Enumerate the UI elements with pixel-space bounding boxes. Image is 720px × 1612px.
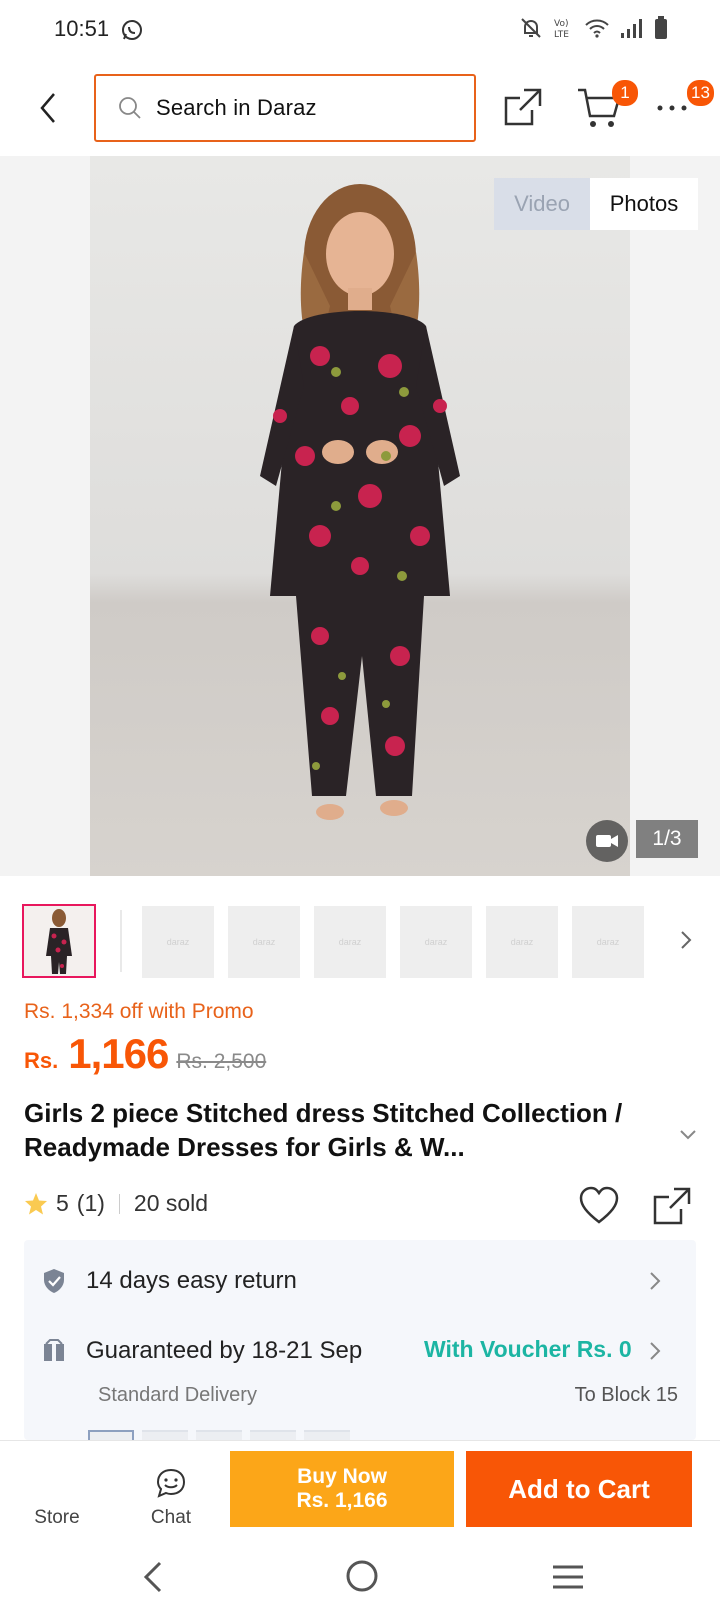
- thumbnail[interactable]: daraz: [142, 906, 214, 978]
- chevron-left-icon: [40, 93, 55, 123]
- chat-icon: [156, 1468, 186, 1498]
- variant-swatch[interactable]: [88, 1430, 134, 1440]
- store-button[interactable]: Store: [14, 1441, 100, 1541]
- video-tab[interactable]: Video: [494, 178, 590, 230]
- back-button[interactable]: [28, 84, 68, 132]
- product-photo[interactable]: [90, 156, 630, 876]
- signal-icon: [621, 19, 642, 38]
- search-icon: [119, 97, 141, 119]
- thumbnail-strip: daraz daraz daraz daraz daraz daraz: [0, 902, 720, 978]
- chevron-right-icon: [650, 1272, 661, 1290]
- wifi-icon: [585, 19, 609, 38]
- back-nav-icon[interactable]: [138, 1560, 168, 1594]
- thumbnail[interactable]: daraz: [400, 906, 472, 978]
- share-icon[interactable]: [652, 1186, 692, 1226]
- svg-text:Vo): Vo): [554, 19, 568, 29]
- media-toggle: Video Photos: [494, 178, 698, 230]
- thumbnail[interactable]: daraz: [572, 906, 644, 978]
- volte-icon: Vo) LTE: [554, 19, 569, 40]
- thumbnail-divider: [120, 910, 122, 972]
- delivery-type: Standard Delivery: [98, 1384, 257, 1406]
- search-input[interactable]: Search in Daraz: [94, 74, 476, 142]
- variant-swatch[interactable]: [304, 1430, 350, 1440]
- original-price: Rs. 2,500: [176, 1050, 267, 1073]
- return-policy-row[interactable]: 14 days easy return: [42, 1266, 682, 1296]
- package-icon: [44, 1339, 64, 1361]
- divider: [118, 1193, 120, 1214]
- battery-icon: [655, 16, 667, 39]
- store-label: Store: [34, 1507, 80, 1528]
- video-camera-icon[interactable]: [586, 820, 628, 862]
- top-nav: Search in Daraz 1 13: [0, 60, 720, 156]
- share-icon[interactable]: [502, 86, 544, 128]
- star-icon: [25, 1192, 47, 1214]
- home-nav-icon[interactable]: [344, 1558, 380, 1594]
- thumbnail[interactable]: daraz: [228, 906, 300, 978]
- add-to-cart-button[interactable]: Add to Cart: [466, 1451, 692, 1527]
- voucher-text[interactable]: With Voucher Rs. 0: [424, 1336, 632, 1363]
- image-counter: 1/3: [636, 820, 698, 858]
- heart-icon[interactable]: [578, 1186, 620, 1226]
- bottom-action-bar: Store Chat Buy Now Rs. 1,166 Add to Cart: [0, 1440, 720, 1542]
- chat-label: Chat: [150, 1507, 192, 1528]
- status-icons: Vo) LTE: [520, 16, 668, 40]
- chevron-right-icon: [650, 1342, 661, 1360]
- more-icon[interactable]: [656, 98, 692, 118]
- promo-text: Rs. 1,334 off with Promo: [24, 1000, 254, 1023]
- chat-button[interactable]: Chat: [128, 1441, 214, 1541]
- price-currency: Rs.: [24, 1048, 59, 1073]
- rating-value: 5: [56, 1190, 69, 1216]
- buy-now-button[interactable]: Buy Now Rs. 1,166: [230, 1451, 454, 1527]
- product-gallery[interactable]: Video Photos 1/3: [0, 156, 720, 876]
- variant-swatches: [88, 1430, 350, 1440]
- system-nav-bar: [0, 1542, 720, 1612]
- photos-tab[interactable]: Photos: [590, 178, 698, 230]
- variant-swatch[interactable]: [250, 1430, 296, 1440]
- notification-badge: 13: [687, 80, 714, 106]
- variant-swatch[interactable]: [142, 1430, 188, 1440]
- return-text: 14 days easy return: [86, 1267, 297, 1294]
- cart-badge: 1: [612, 80, 638, 106]
- product-title: Girls 2 piece Stitched dress Stitched Co…: [24, 1098, 623, 1162]
- thumbnail[interactable]: daraz: [314, 906, 386, 978]
- model-illustration: [260, 184, 460, 820]
- status-time: 10:51: [54, 16, 110, 41]
- sold-count: 20 sold: [133, 1190, 209, 1216]
- search-placeholder: Search in Daraz: [156, 95, 317, 120]
- delivery-text: Guaranteed by 18-21 Sep: [86, 1337, 363, 1364]
- thumbnail[interactable]: daraz: [486, 906, 558, 978]
- mute-icon: [521, 18, 541, 38]
- shield-icon: [44, 1269, 64, 1293]
- svg-text:LTE: LTE: [554, 30, 569, 40]
- price-amount: 1,166: [68, 1030, 169, 1077]
- buy-now-price: Rs. 1,166: [296, 1489, 388, 1512]
- status-bar: 10:51 Vo) LTE: [0, 0, 720, 60]
- variant-swatch[interactable]: [196, 1430, 242, 1440]
- whatsapp-icon: [122, 20, 142, 40]
- chevron-down-icon[interactable]: [676, 1124, 700, 1144]
- buy-now-label: Buy Now: [297, 1465, 387, 1488]
- rating-count: (1): [76, 1190, 105, 1216]
- rating-row[interactable]: 5 (1) 20 sold: [24, 1190, 208, 1217]
- services-panel: 14 days easy return Guaranteed by 18-21 …: [24, 1240, 696, 1440]
- delivery-destination: To Block 15: [574, 1384, 678, 1406]
- recent-apps-icon[interactable]: [550, 1562, 586, 1592]
- chevron-right-icon[interactable]: [676, 928, 696, 952]
- thumbnail-selected[interactable]: [22, 904, 96, 978]
- price-row: Rs. 1,166 Rs. 2,500: [24, 1030, 266, 1078]
